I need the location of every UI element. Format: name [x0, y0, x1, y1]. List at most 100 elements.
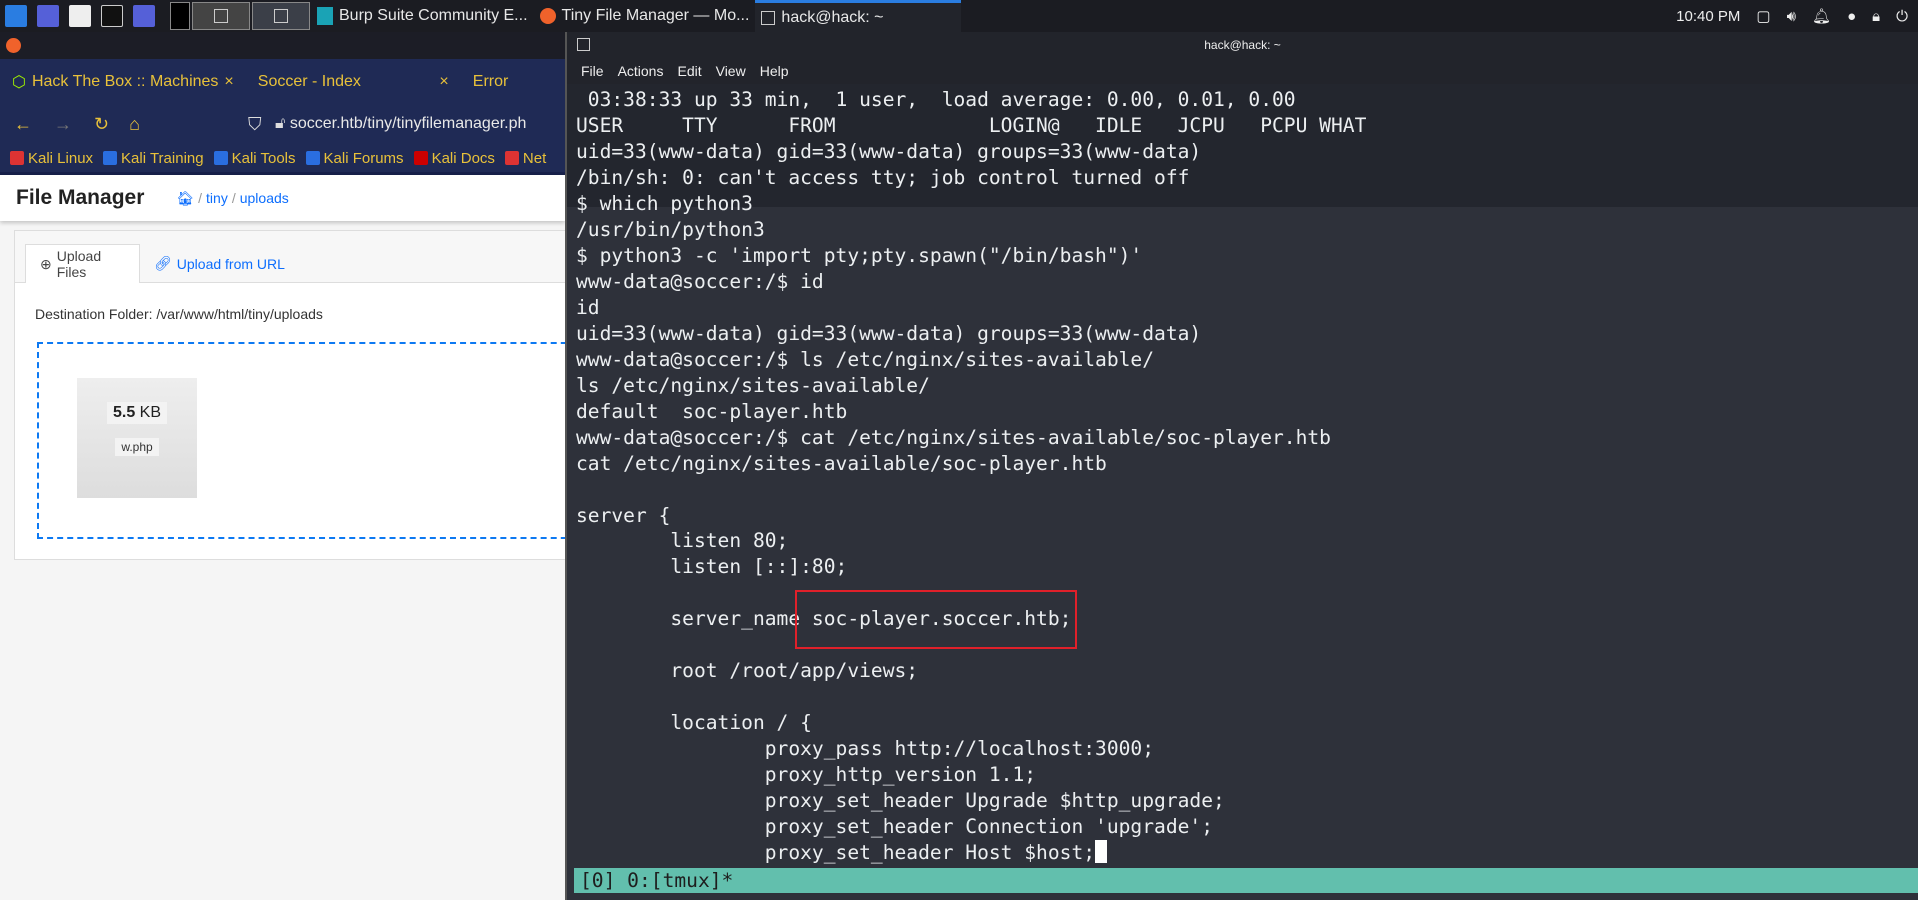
menu-file[interactable]: File — [581, 63, 604, 79]
terminal-launcher-icon[interactable] — [101, 5, 123, 27]
menu-view[interactable]: View — [716, 63, 746, 79]
terminal-line: ls /etc/nginx/sites-available/ — [576, 373, 930, 397]
notification-bell-icon[interactable]: 🔔︎ — [1812, 7, 1831, 25]
upload-panel: ⊕ Upload Files 🔗︎ Upload from URL Destinat… — [14, 230, 597, 560]
dropzone[interactable]: 5.5 KB w.php — [37, 342, 597, 539]
file-size: 5.5 KB — [106, 402, 168, 424]
task-terminal[interactable]: hack@hack: ~ — [755, 0, 962, 32]
forward-icon[interactable]: → — [54, 114, 72, 135]
terminal-line: www-data@soccer:/$ id — [576, 269, 824, 293]
terminal-line: /bin/sh: 0: can't access tty; job contro… — [576, 165, 1190, 189]
breadcrumb-uploads[interactable]: uploads — [240, 190, 289, 206]
breadcrumb: 🏠︎ / tiny / uploads — [176, 189, 289, 206]
terminal-line: default soc-player.htb — [576, 399, 848, 423]
workspace-2[interactable] — [192, 2, 250, 30]
terminal-line: proxy_set_header Connection 'upgrade'; — [576, 815, 1214, 839]
firefox-titlebar — [0, 32, 565, 59]
terminal-window[interactable]: hack@hack: ~ File Actions Edit View Help… — [565, 32, 1918, 900]
terminal-line: $ which python3 — [576, 191, 753, 215]
bookmark[interactable]: Kali Linux — [10, 150, 93, 167]
terminal-line: server { — [576, 503, 671, 527]
terminal-icon — [761, 10, 776, 25]
terminal-line: proxy_set_header Upgrade $http_upgrade; — [576, 789, 1225, 813]
terminal-line: proxy_set_header Host $host; — [576, 840, 1366, 866]
burp-icon — [317, 7, 333, 25]
docs-icon — [413, 151, 428, 165]
firefox-icon — [539, 8, 556, 24]
tab-upload-files[interactable]: ⊕ Upload Files — [25, 244, 140, 283]
upload-tabs: ⊕ Upload Files 🔗︎ Upload from URL — [15, 231, 573, 283]
bookmark[interactable]: Kali Forums — [305, 150, 404, 167]
terminal-output[interactable]: 03:38:33 up 33 min, 1 user, load average… — [576, 87, 1366, 866]
home-icon[interactable]: ⌂ — [129, 114, 140, 135]
display-icon[interactable]: ▢ — [1756, 7, 1770, 25]
terminal-line: proxy_http_version 1.1; — [576, 763, 1037, 787]
lock-icon[interactable]: 🔒︎ — [1872, 8, 1880, 25]
workspace-1[interactable] — [170, 2, 190, 30]
kali-icon — [10, 151, 24, 165]
terminal-line: uid=33(www-data) gid=33(www-data) groups… — [576, 139, 1202, 163]
firefox-icon — [6, 38, 21, 53]
file-manager-icon[interactable] — [69, 5, 91, 27]
terminal-line: /usr/bin/python3 — [576, 217, 765, 241]
kali-menu-icon[interactable] — [5, 5, 27, 27]
browser-tabs: ⬡ Hack The Box :: Machines × Soccer - Inde… — [0, 59, 565, 105]
terminal-icon — [577, 38, 590, 51]
tab-htb[interactable]: ⬡ Hack The Box :: Machines × — [0, 72, 246, 92]
upload-circle-icon: ⊕ — [40, 255, 52, 272]
taskbar: Burp Suite Community E... Tiny File Mana… — [0, 0, 1918, 32]
htb-icon: ⬡ — [12, 74, 26, 91]
terminal-line: www-data@soccer:/$ cat /etc/nginx/sites-… — [576, 425, 1331, 449]
file-name: w.php — [115, 438, 159, 456]
reload-icon[interactable]: ↻ — [94, 114, 109, 135]
update-icon[interactable]: ● — [1847, 8, 1856, 25]
menu-edit[interactable]: Edit — [677, 63, 701, 79]
shield-icon[interactable]: ⛉ — [248, 114, 262, 135]
file-manager-header: File Manager 🏠︎ / tiny / uploads — [0, 175, 565, 221]
clock[interactable]: 10:40 PM — [1676, 8, 1740, 25]
menu-help[interactable]: Help — [760, 63, 789, 79]
bookmark[interactable]: Kali Docs — [413, 150, 495, 167]
terminal-line: location / { — [576, 711, 812, 735]
kali-icon — [305, 151, 320, 165]
page-title[interactable]: File Manager — [16, 186, 144, 210]
terminal-line: listen [::]:80; — [576, 555, 848, 579]
back-icon[interactable]: ← — [14, 114, 32, 135]
insecure-lock-icon: 🔓︎ — [275, 115, 290, 132]
home-icon[interactable]: 🏠︎ — [176, 190, 194, 206]
volume-icon[interactable]: 🔊︎ — [1787, 8, 1796, 25]
url-bar[interactable]: 🔓︎ soccer.htb/tiny/tinyfilemanager.ph — [275, 115, 526, 133]
bookmarks-bar: Kali Linux Kali Training Kali Tools Kali… — [0, 144, 565, 175]
terminal-line: proxy_pass http://localhost:3000; — [576, 737, 1155, 761]
task-burp[interactable]: Burp Suite Community E... — [311, 0, 534, 32]
kali-icon — [504, 151, 519, 165]
recorder-icon[interactable] — [133, 5, 155, 27]
tmux-status-bar: [0] 0:[tmux]* — [574, 868, 1918, 893]
destination-folder: Destination Folder: /var/www/html/tiny/u… — [35, 306, 323, 322]
cursor — [1095, 840, 1108, 864]
close-icon[interactable]: × — [439, 73, 448, 91]
power-icon[interactable]: ⏻ — [1896, 8, 1908, 25]
bookmark[interactable]: Kali Tools — [213, 150, 296, 167]
kali-icon — [103, 151, 118, 165]
highlight-box — [795, 590, 1077, 649]
terminal-line: root /root/app/views; — [576, 659, 919, 683]
tab-error[interactable]: Error — [461, 73, 521, 91]
breadcrumb-tiny[interactable]: tiny — [206, 190, 228, 206]
close-icon[interactable]: × — [224, 73, 233, 91]
navigation-bar: ← → ↻ ⌂ ⛉ 🔓︎ soccer.htb/tiny/tinyfileman… — [0, 105, 565, 144]
terminal-line: id — [576, 295, 600, 319]
menu-actions[interactable]: Actions — [618, 63, 664, 79]
terminal-line: uid=33(www-data) gid=33(www-data) groups… — [576, 321, 1202, 345]
tab-soccer[interactable]: Soccer - Index × — [246, 73, 461, 91]
link-icon: 🔗︎ — [154, 255, 172, 271]
terminal-line: cat /etc/nginx/sites-available/soc-playe… — [576, 451, 1107, 475]
terminal-line: www-data@soccer:/$ ls /etc/nginx/sites-a… — [576, 347, 1155, 371]
tab-upload-from-url[interactable]: 🔗︎ Upload from URL — [140, 244, 299, 283]
bookmark[interactable]: Kali Training — [103, 150, 204, 167]
bookmark[interactable]: Net — [504, 150, 546, 167]
task-firefox[interactable]: Tiny File Manager — Mo... — [534, 0, 756, 32]
terminal-line: $ python3 -c 'import pty;pty.spawn("/bin… — [576, 243, 1143, 267]
workspace-3[interactable] — [252, 2, 310, 30]
desktop-icon[interactable] — [37, 5, 59, 27]
